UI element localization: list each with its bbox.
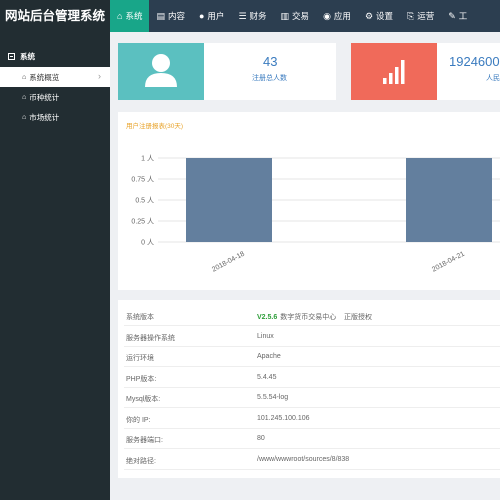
home-icon: ⌂ [22,93,27,101]
info-value: 5.5.54-log [257,394,289,401]
nav-item-label: 运营 [417,11,435,21]
nav-item-5[interactable]: ◉ 应用 [316,0,358,32]
stat-value: 43 [263,54,278,69]
nav-item-label: 内容 [167,11,185,21]
info-key: PHP版本: [126,375,157,383]
stat-label: 注册总人数 [252,75,287,82]
info-value: Linux [257,332,274,340]
chevron-right-icon: › [98,71,101,81]
finance-icon: ☰ [238,10,247,21]
info-key: 绝对路径: [126,457,156,465]
info-row: PHP版本: 5.4.45 [124,368,500,388]
version-number: V2.5.6 [257,314,278,321]
info-key: 运行环境 [126,355,154,362]
nav-item-label: 用户 [207,11,225,21]
chart-bar [406,158,492,242]
trade-icon: ▥ [280,10,290,21]
x-tick-label: 2018-04-18 [211,251,246,274]
info-row: 服务器操作系统 Linux [124,327,500,347]
info-value: V2.5.6 数字货币交易中心 正版授权 [257,312,372,322]
sidebar-group-system[interactable]: 系统 [8,51,35,62]
stat-card-users: 43 注册总人数 [118,43,336,100]
nav-item-8[interactable]: ✎ 工 [441,0,474,32]
sidebar-group-label: 系统 [20,52,35,61]
stat-card-rmb: 1924600 人民 [351,43,500,100]
user-icon [118,43,204,100]
info-value: /www/wwwroot/sources/8/838 [257,455,350,463]
top-bar: 网站后台管理系统 ⌂ 系统 ▤ 内容 ● 用户 ☰ 财务 ▥ 交易 ◉ 应用 ⚙ 设置 ⎘ 运营 ✎ 工 [0,0,500,32]
y-tick-label: 0.25 人 [131,218,154,226]
y-tick-label: 0.5 人 [135,197,154,205]
nav-item-label: 设置 [376,11,394,21]
registration-chart-panel: 用户注册报表(30天) 0 人 0.25 人 0.5 人 0.75 人1 人 2018-… [118,112,500,290]
y-tick-label: 0.75 人 [131,176,154,184]
nav-item-7[interactable]: ⎘ 运营 [400,0,441,32]
home-icon: ⌂ [22,73,27,81]
version-extra: 数字货币交易中心 正版授权 [280,314,373,321]
info-row: 系统版本 V2.5.6 数字货币交易中心 正版授权 [124,306,500,326]
gear-icon: ⚙ [364,10,374,21]
sidebar-item-currency-stats[interactable]: ⌂ 币种统计 [0,87,110,107]
sidebar-item-label: 市场统计 [29,112,60,122]
sidebar-item-label: 系统概览 [29,72,60,82]
home-icon: ⌂ [22,113,27,121]
stat-label: 人民 [486,75,500,82]
app-icon: ◉ [323,10,331,21]
info-key: 服务器操作系统 [126,334,175,342]
sidebar-item-label: 币种统计 [29,92,60,102]
tool-icon: ✎ [448,10,456,21]
content-icon: ▤ [156,10,165,21]
nav-item-label: 系统 [125,11,143,21]
y-tick-label: 0 人 [141,239,154,247]
signal-bars-icon [351,43,437,100]
x-tick-label: 2018-04-21 [431,251,466,274]
nav-item-0[interactable]: ⌂ 系统 [110,0,150,32]
nav-item-label: 交易 [292,11,310,21]
chart-bar [186,158,272,242]
top-nav: ⌂ 系统 ▤ 内容 ● 用户 ☰ 财务 ▥ 交易 ◉ 应用 ⚙ 设置 ⎘ 运营 ✎ 工 [110,0,474,32]
brand-title: 网站后台管理系统 [0,0,110,32]
nav-item-4[interactable]: ▥ 交易 [274,0,317,32]
nav-item-label: 财务 [249,11,267,21]
collapse-icon [8,53,15,60]
info-key: 服务器端口: [126,437,163,444]
nav-item-6[interactable]: ⚙ 设置 [358,0,400,32]
operation-icon: ⎘ [407,10,415,21]
info-value: 80 [257,435,265,442]
sidebar: 系统 ⌂ 系统概览 › ⌂ 币种统计 ⌂ 市场统计 [0,32,110,500]
info-row: 绝对路径: /www/wwwroot/sources/8/838 [124,450,500,470]
home-icon: ⌂ [117,10,123,21]
registration-chart: 0 人 0.25 人 0.5 人 0.75 人 1 人 2018-04-18 2018-04… [131,155,500,274]
info-row: 服务器端口: 80 [124,429,500,449]
info-row: Mysql版本: 5.5.54-log [124,388,500,408]
info-row: 你的 IP: 101.245.100.106 [124,409,500,429]
nav-item-1[interactable]: ▤ 内容 [149,0,192,32]
user-icon: ● [198,10,205,21]
system-info-panel: 系统版本 V2.5.6 数字货币交易中心 正版授权服务器操作系统 Linux 运行环境 A… [118,300,500,478]
nav-item-2[interactable]: ● 用户 [192,0,231,32]
info-value: 101.245.100.106 [257,414,310,422]
nav-item-3[interactable]: ☰ 财务 [231,0,273,32]
sidebar-item-overview[interactable]: ⌂ 系统概览 › [0,67,110,87]
nav-item-label: 工 [458,11,468,21]
stat-value: 1924600 [449,54,500,69]
info-key: 你的 IP: [126,416,151,424]
info-key: Mysql版本: [126,396,161,403]
info-value: Apache [257,353,281,360]
sidebar-item-market-stats[interactable]: ⌂ 市场统计 [0,107,110,127]
info-row: 运行环境 Apache [124,347,500,367]
info-key: 系统版本 [126,314,154,321]
y-tick-label: 1 人 [141,155,154,163]
nav-item-label: 应用 [333,11,351,21]
info-value: 5.4.45 [257,373,277,381]
